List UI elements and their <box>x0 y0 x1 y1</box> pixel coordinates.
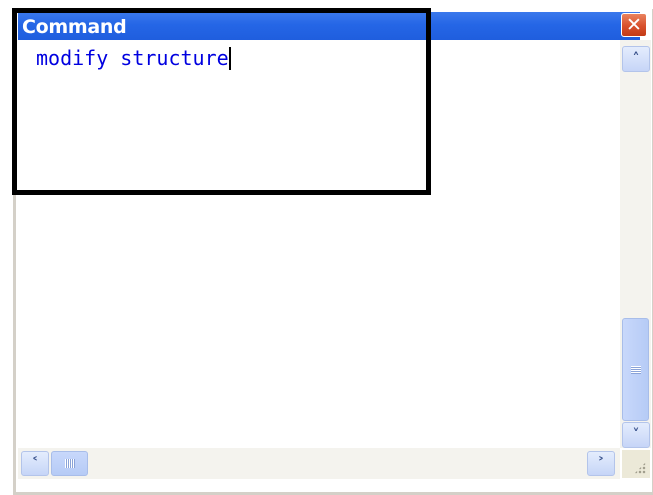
close-icon: ✕ <box>626 13 642 36</box>
command-editor[interactable]: modify structure <box>18 40 620 448</box>
scroll-left-button[interactable]: ˂ <box>21 451 49 476</box>
scroll-down-button[interactable]: ˅ <box>622 422 650 448</box>
vertical-scroll-thumb[interactable] <box>622 318 649 421</box>
command-input-line[interactable]: modify structure <box>36 46 231 70</box>
chevron-right-icon: ˃ <box>597 455 605 472</box>
window-title: Command <box>22 16 127 38</box>
chevron-down-icon: ˅ <box>632 427 640 443</box>
chevron-left-icon: ˂ <box>31 455 39 472</box>
scroll-right-button[interactable]: ˃ <box>587 451 615 476</box>
scroll-up-button[interactable]: ˄ <box>622 46 650 72</box>
grip-icon <box>64 459 75 468</box>
chevron-up-icon: ˄ <box>632 51 640 67</box>
text-caret <box>228 47 231 70</box>
horizontal-scroll-thumb[interactable] <box>51 451 88 476</box>
resize-grip[interactable] <box>622 450 650 478</box>
close-button[interactable]: ✕ <box>621 13 647 37</box>
grip-icon <box>630 365 641 374</box>
title-bar[interactable]: Command <box>18 12 640 40</box>
command-text: modify structure <box>36 46 229 70</box>
horizontal-scrollbar[interactable]: ˂ ˃ <box>18 448 620 479</box>
vertical-scrollbar[interactable]: ˄ ˅ <box>620 40 651 448</box>
